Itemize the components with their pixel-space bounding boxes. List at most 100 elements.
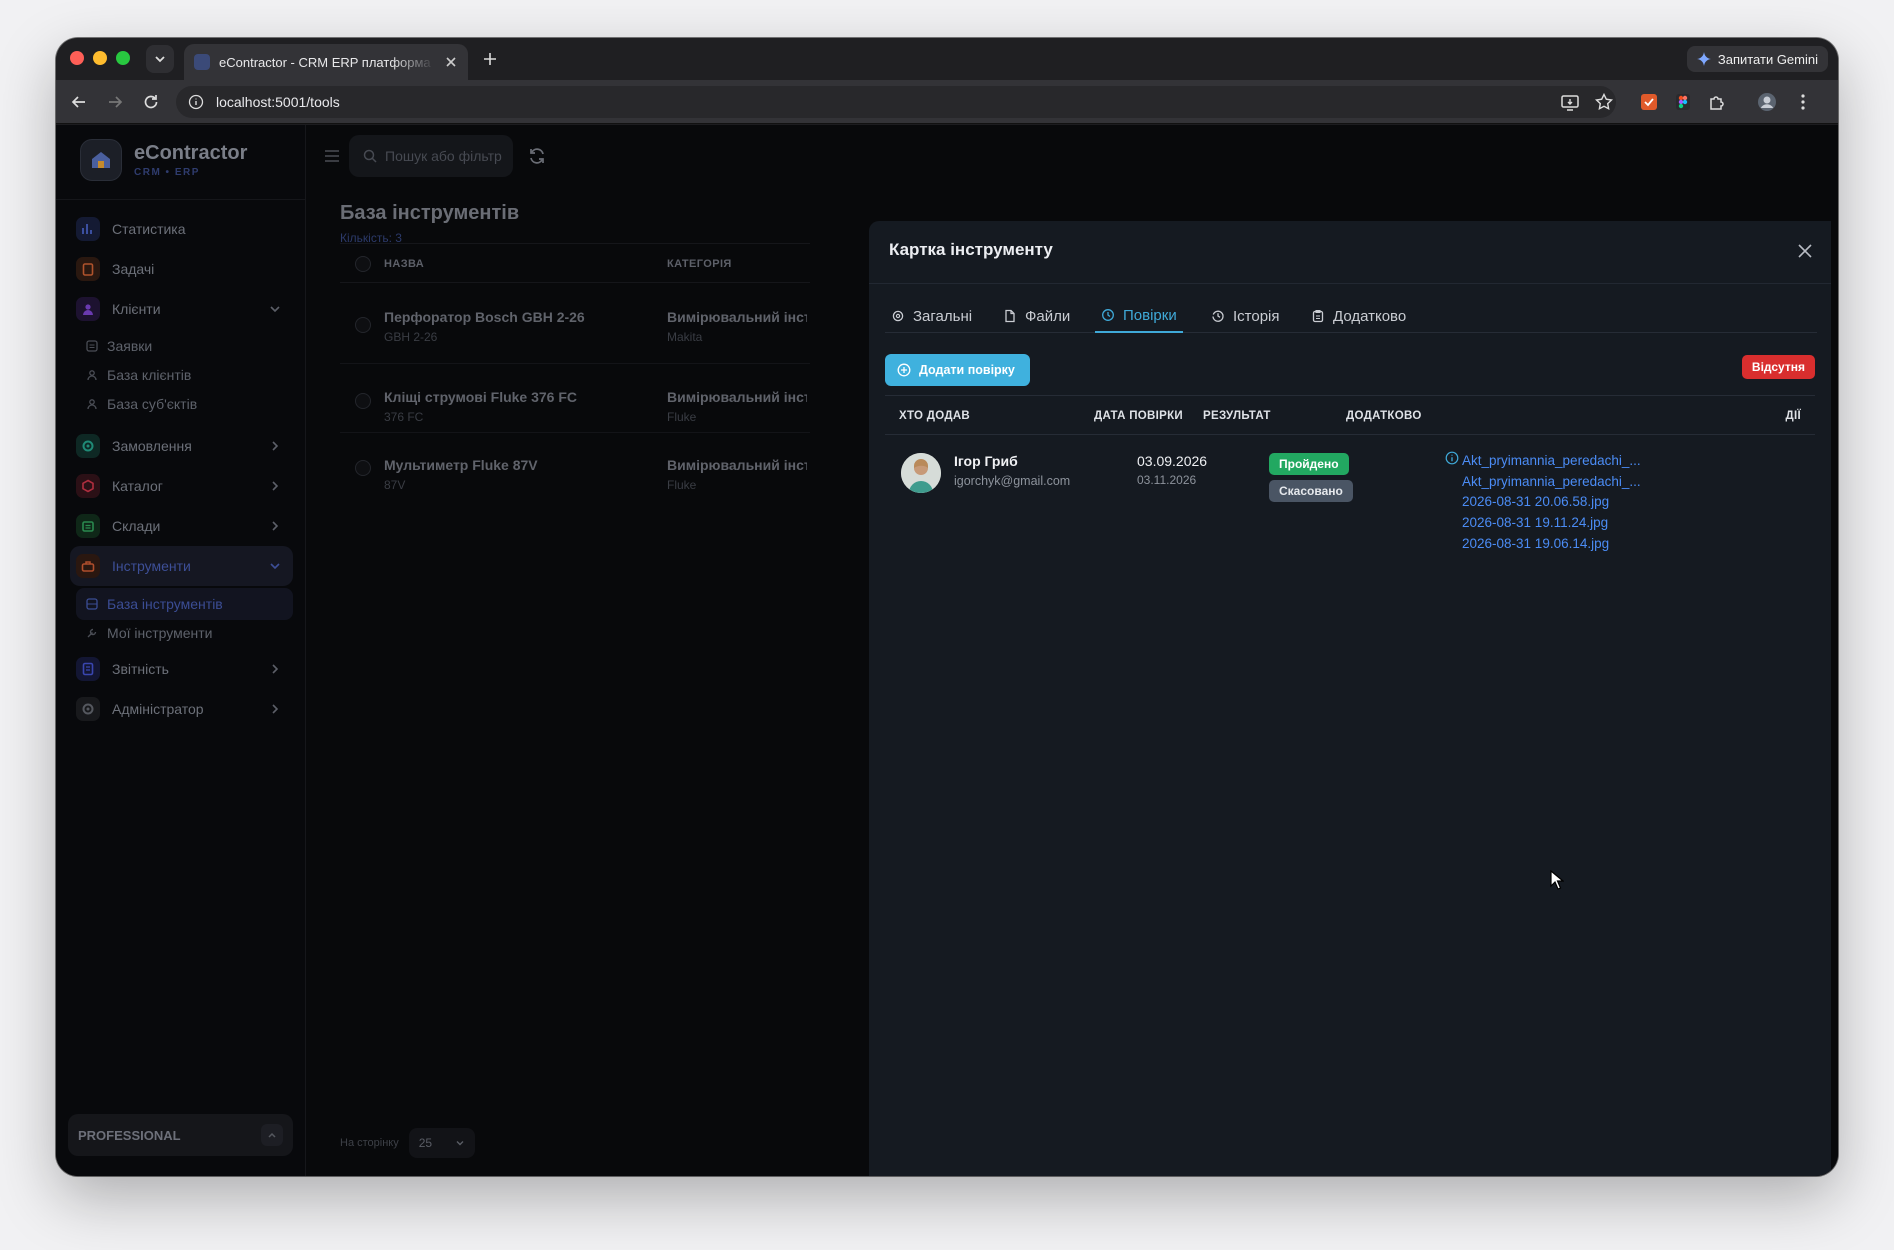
result-cancelled-badge: Скасовано [1269, 480, 1353, 502]
brand-name: eContractor [134, 142, 248, 164]
gear-icon [76, 434, 100, 458]
file-link[interactable]: Akt_pryimannia_peredachi_... [1462, 474, 1641, 489]
close-icon[interactable] [1793, 239, 1817, 263]
row-checkbox[interactable] [355, 460, 371, 476]
more-menu-icon[interactable] [1792, 91, 1814, 113]
sidebar-item-reports[interactable]: Звітність [70, 649, 293, 689]
plus-circle-icon [897, 363, 911, 377]
reload-icon[interactable] [140, 91, 162, 113]
sidebar-item-tasks[interactable]: Задачі [70, 249, 293, 289]
sidebar-subitem-tools-base[interactable]: База інструментів [76, 588, 293, 620]
divider [56, 199, 305, 200]
sidebar-item-catalog[interactable]: Каталог [70, 466, 293, 506]
bookmark-star-icon[interactable] [1593, 91, 1615, 113]
chevron-right-icon [272, 481, 279, 491]
extension-figma-icon[interactable] [1672, 91, 1694, 113]
file-link[interactable]: 2026-08-31 20.06.58.jpg [1462, 494, 1609, 509]
profile-avatar-icon[interactable] [1756, 91, 1778, 113]
tab-files[interactable]: Файли [997, 299, 1076, 333]
extension-todo-icon[interactable] [1638, 91, 1660, 113]
table-row[interactable]: Мультиметр Fluke 87V 87V Вимірювальний і… [340, 434, 810, 502]
search-icon [363, 149, 377, 163]
tool-name: Кліщі струмові Fluke 376 FC [384, 389, 578, 405]
gemini-button[interactable]: Запитати Gemini [1686, 46, 1828, 72]
close-tab-icon[interactable] [444, 55, 458, 69]
sidebar-subitem-my-tools[interactable]: Мої інструменти [76, 617, 293, 649]
verification-date: 03.09.2026 [1137, 453, 1208, 469]
plan-selector[interactable]: PROFESSIONAL [68, 1114, 293, 1156]
sidebar-item-statistics[interactable]: Статистика [70, 209, 293, 249]
sidebar-item-admin[interactable]: Адміністратор [70, 689, 293, 729]
favicon-icon [194, 54, 210, 70]
sidebar-subitem-subjects-base[interactable]: База суб'єктів [76, 388, 293, 420]
chevron-right-icon [272, 664, 279, 674]
chevron-right-icon [272, 704, 279, 714]
chevron-down-icon [270, 563, 280, 570]
tool-name: Перфоратор Bosch GBH 2-26 [384, 309, 585, 325]
per-page-value: 25 [418, 1136, 433, 1150]
sidebar-subitem-label: Заявки [107, 338, 153, 354]
file-link[interactable]: 2026-08-31 19.06.14.jpg [1462, 536, 1609, 551]
column-added-by: ХТО ДОДАВ [899, 410, 971, 422]
forward-icon[interactable] [104, 91, 126, 113]
tool-brand: Fluke [667, 410, 697, 424]
install-app-icon[interactable] [1559, 91, 1581, 113]
table-row[interactable]: Перфоратор Bosch GBH 2-26 GBH 2-26 Вимір… [340, 284, 810, 364]
sidebar-subitem-clients-base[interactable]: База клієнтів [76, 359, 293, 391]
row-checkbox[interactable] [355, 393, 371, 409]
minimize-window-button[interactable] [93, 51, 107, 65]
plan-label: PROFESSIONAL [78, 1127, 181, 1143]
table-row[interactable]: Кліщі струмові Fluke 376 FC 376 FC Вимір… [340, 365, 810, 433]
add-verification-button[interactable]: Додати повірку [885, 354, 1030, 386]
extensions-puzzle-icon[interactable] [1706, 91, 1728, 113]
sidebar-item-clients[interactable]: Клієнти [70, 289, 293, 329]
refresh-icon[interactable] [527, 146, 547, 166]
tab-label: Файли [1025, 307, 1071, 325]
chevron-right-icon [272, 521, 279, 531]
menu-icon[interactable] [323, 147, 341, 165]
maximize-window-button[interactable] [116, 51, 130, 65]
site-info-icon[interactable] [188, 94, 204, 110]
search-placeholder: Пошук або фільтр [385, 148, 502, 164]
tab-general[interactable]: Загальні [885, 299, 978, 333]
users-icon [76, 297, 100, 321]
select-all-checkbox[interactable] [355, 256, 371, 272]
admin-gear-icon [76, 697, 100, 721]
sparkle-icon [1696, 52, 1711, 66]
column-verification-date: ДАТА ПОВІРКИ [1094, 410, 1183, 422]
sidebar-item-label: Інструменти [112, 558, 191, 574]
sidebar-item-label: Задачі [112, 261, 155, 277]
back-icon[interactable] [68, 91, 90, 113]
search-input[interactable]: Пошук або фільтр [349, 135, 513, 177]
file-link[interactable]: Akt_pryimannia_peredachi_... [1462, 453, 1641, 468]
wrench-icon [87, 628, 97, 638]
sidebar-item-warehouses[interactable]: Склади [70, 506, 293, 546]
page-title: База інструментів [340, 202, 520, 224]
database-icon [86, 598, 98, 610]
sidebar-subitem-label: База клієнтів [107, 367, 192, 383]
sidebar-subitem-requests[interactable]: Заявки [76, 330, 293, 362]
sidebar-item-orders[interactable]: Замовлення [70, 426, 293, 466]
sidebar-item-tools[interactable]: Інструменти [70, 546, 293, 586]
tab-history[interactable]: Історія [1205, 299, 1286, 333]
warehouse-icon [76, 514, 100, 538]
file-link[interactable]: 2026-08-31 19.11.24.jpg [1462, 515, 1608, 530]
clock-icon [1102, 309, 1114, 321]
column-name-header: НАЗВА [384, 258, 425, 270]
chevron-down-icon [456, 1141, 464, 1146]
tab-additional[interactable]: Додатково [1305, 299, 1412, 333]
column-result: РЕЗУЛЬТАТ [1203, 410, 1271, 422]
tab-search-button[interactable] [146, 45, 174, 73]
gear-icon [892, 310, 904, 322]
per-page-control: На сторінку 25 [340, 1128, 475, 1158]
address-bar[interactable]: localhost:5001/tools [176, 86, 1616, 118]
brand-subtitle: CRM • ERP [134, 167, 200, 178]
row-checkbox[interactable] [355, 317, 371, 333]
tab-label: Загальні [913, 307, 973, 325]
tab-verifications[interactable]: Повірки [1095, 299, 1183, 333]
new-tab-icon[interactable] [480, 49, 500, 69]
browser-tab[interactable]: eContractor - CRM ERP платформа [184, 44, 468, 80]
close-window-button[interactable] [70, 51, 84, 65]
report-icon [76, 657, 100, 681]
per-page-select[interactable]: 25 [408, 1128, 475, 1158]
